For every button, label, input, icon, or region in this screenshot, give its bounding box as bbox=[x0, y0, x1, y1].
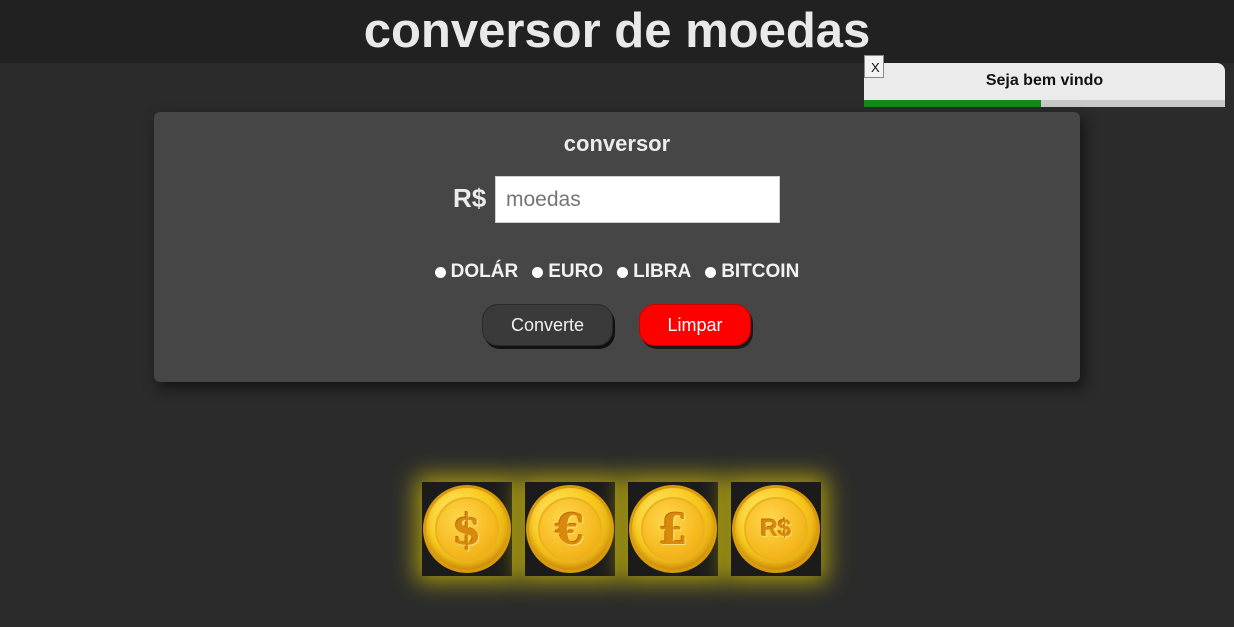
convert-button[interactable]: Converte bbox=[482, 304, 613, 346]
amount-input[interactable] bbox=[495, 176, 780, 223]
coin-symbol: $ bbox=[435, 497, 499, 561]
coin-symbol: R$ bbox=[744, 497, 808, 561]
toast-message: Seja bem vindo bbox=[985, 72, 1104, 89]
welcome-toast: Seja bem vindo bbox=[864, 63, 1225, 107]
option-label: EURO bbox=[548, 261, 604, 282]
radio-dot-icon[interactable] bbox=[617, 266, 629, 278]
converter-title: conversor bbox=[563, 131, 671, 156]
dollar-coin-tile: $ bbox=[422, 482, 512, 576]
coin-symbol: € bbox=[538, 497, 602, 561]
option-libra[interactable]: LIBRA bbox=[617, 261, 691, 283]
radio-dot-icon[interactable] bbox=[532, 266, 544, 278]
euro-coin-icon: € bbox=[526, 485, 614, 573]
pound-coin-tile: £ bbox=[628, 482, 718, 576]
real-coin-tile: R$ bbox=[731, 482, 821, 576]
option-bitcoin[interactable]: BITCOIN bbox=[705, 261, 799, 283]
option-label: LIBRA bbox=[633, 261, 692, 282]
coin-gallery: $ € £ R$ bbox=[422, 482, 821, 576]
option-dolar[interactable]: DOLÁR bbox=[434, 261, 519, 283]
toast-progress-bar bbox=[864, 100, 1041, 107]
coin-symbol: £ bbox=[641, 497, 705, 561]
dollar-coin-icon: $ bbox=[423, 485, 511, 573]
radio-dot-icon[interactable] bbox=[434, 266, 446, 278]
header: conversor de moedas bbox=[0, 0, 1234, 63]
currency-label: R$ bbox=[453, 183, 487, 213]
option-euro[interactable]: EURO bbox=[532, 261, 603, 283]
toast-progress-track bbox=[864, 100, 1225, 107]
real-coin-icon: R$ bbox=[732, 485, 820, 573]
converter-panel: conversor R$ DOLÁR EURO LIBRA BITCOIN Co… bbox=[154, 112, 1080, 382]
page-title: conversor de moedas bbox=[363, 4, 871, 58]
toast-close-button[interactable]: X bbox=[864, 55, 884, 78]
option-label: BITCOIN bbox=[721, 261, 800, 282]
radio-dot-icon[interactable] bbox=[705, 266, 717, 278]
option-label: DOLÁR bbox=[450, 261, 519, 282]
currency-options: DOLÁR EURO LIBRA BITCOIN bbox=[154, 261, 1080, 283]
euro-coin-tile: € bbox=[525, 482, 615, 576]
clear-button[interactable]: Limpar bbox=[639, 304, 751, 346]
pound-coin-icon: £ bbox=[629, 485, 717, 573]
